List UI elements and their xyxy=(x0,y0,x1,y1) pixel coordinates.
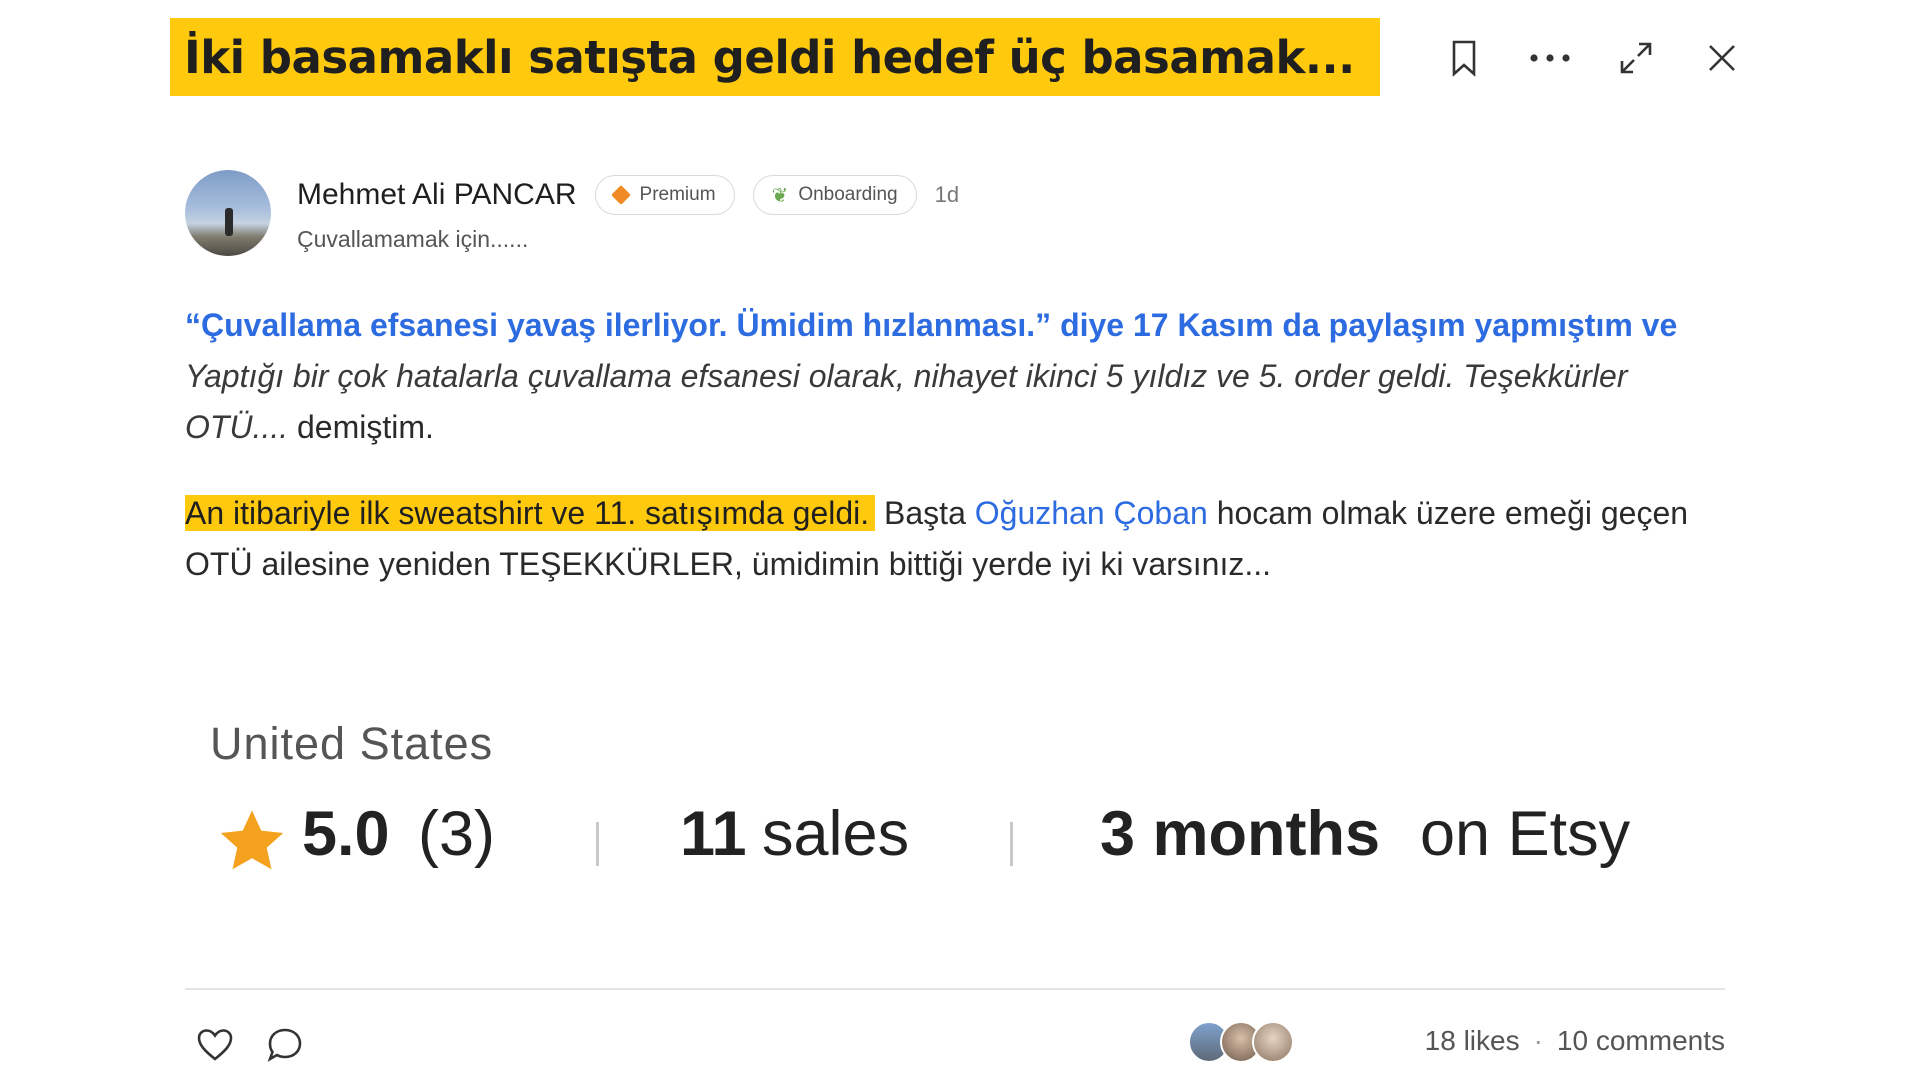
post-footer: 18 likes · 10 comments xyxy=(185,1015,1725,1075)
sprout-icon: ❦ xyxy=(771,184,789,207)
stats-divider xyxy=(596,822,599,866)
stats-separator: · xyxy=(1533,1025,1543,1056)
comment-icon[interactable] xyxy=(259,1019,311,1071)
author-block: Mehmet Ali PANCAR Premium ❦ Onboarding 1… xyxy=(185,170,959,256)
shop-duration: 3 months xyxy=(1100,799,1381,869)
footer-divider xyxy=(185,988,1725,990)
diamond-icon xyxy=(610,185,631,205)
onboarding-badge: ❦ Onboarding xyxy=(752,175,917,215)
shop-rating: 5.0 xyxy=(302,799,390,869)
shop-stats-row: 5.0 (3) 11 sales 3 months on Etsy xyxy=(210,798,1690,878)
stats-divider xyxy=(1010,822,1013,866)
post-title: İki basamaklı satışta geldi hedef üç bas… xyxy=(184,30,1355,84)
comments-count[interactable]: 10 comments xyxy=(1557,1025,1725,1056)
engagement-stats: 18 likes · 10 comments xyxy=(1425,1025,1725,1057)
etsy-shop-stats: United States 5.0 (3) 11 sales 3 months … xyxy=(210,718,1630,870)
post-paragraph-2: An itibariyle ilk sweatshirt ve 11. satı… xyxy=(185,488,1725,590)
premium-badge-label: Premium xyxy=(639,184,716,205)
expand-icon[interactable] xyxy=(1612,34,1660,82)
paragraph-1-tail: demiştim. xyxy=(297,409,434,445)
title-highlight: İki basamaklı satışta geldi hedef üç bas… xyxy=(170,18,1380,96)
shop-sales-label: sales xyxy=(762,799,910,869)
post-age: 1d xyxy=(934,182,960,207)
star-icon xyxy=(220,810,284,870)
premium-badge: Premium xyxy=(594,175,735,215)
liker-avatar[interactable] xyxy=(1252,1021,1294,1063)
quoted-text[interactable]: “Çuvallama efsanesi yavaş ilerliyor. Ümi… xyxy=(185,307,1677,343)
author-name[interactable]: Mehmet Ali PANCAR xyxy=(297,178,577,212)
paragraph-2-prefix: Başta xyxy=(884,495,966,531)
author-subtitle: Çuvallamamak için...... xyxy=(297,226,529,252)
shop-sales-number: 11 xyxy=(680,799,747,869)
onboarding-badge-label: Onboarding xyxy=(798,184,898,205)
more-icon[interactable] xyxy=(1526,34,1574,82)
shop-duration-suffix: on Etsy xyxy=(1420,799,1631,869)
bookmark-icon[interactable] xyxy=(1440,34,1488,82)
close-icon[interactable] xyxy=(1698,34,1746,82)
shop-country: United States xyxy=(210,718,494,769)
mention-link[interactable]: Oğuzhan Çoban xyxy=(975,495,1208,531)
highlighted-sentence: An itibariyle ilk sweatshirt ve 11. satı… xyxy=(185,495,876,531)
heart-icon[interactable] xyxy=(189,1019,241,1071)
shop-review-count: (3) xyxy=(418,799,495,869)
avatar[interactable] xyxy=(185,170,271,256)
post-paragraph-1: “Çuvallama efsanesi yavaş ilerliyor. Ümi… xyxy=(185,300,1725,453)
likes-count[interactable]: 18 likes xyxy=(1425,1025,1520,1056)
